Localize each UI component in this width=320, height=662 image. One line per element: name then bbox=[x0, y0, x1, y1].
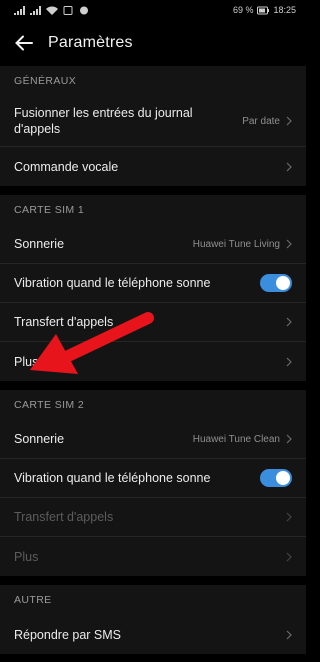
back-button[interactable] bbox=[12, 31, 36, 55]
chevron-right-icon bbox=[286, 239, 292, 249]
section-divider bbox=[0, 576, 306, 585]
chevron-right-icon bbox=[286, 116, 292, 126]
section-other: AUTRE Répondre par SMS bbox=[0, 585, 306, 654]
toggle-knob bbox=[276, 276, 290, 290]
section-title: AUTRE bbox=[14, 594, 52, 606]
section-divider bbox=[0, 186, 306, 195]
row-value: Par date bbox=[242, 115, 280, 127]
row-label: Sonnerie bbox=[14, 237, 65, 251]
battery-level: 69 % bbox=[232, 5, 254, 15]
row-label: Fusionner les entrées du journal d'appel… bbox=[14, 106, 193, 136]
nfc-icon bbox=[63, 5, 73, 15]
page-title: Paramètres bbox=[48, 34, 133, 51]
section-general: GÉNÉRAUX Fusionner les entrées du journa… bbox=[0, 66, 306, 186]
row-label: Transfert d'appels bbox=[14, 510, 114, 524]
row-right: Par date bbox=[242, 116, 292, 127]
section-sim1: CARTE SIM 1 Sonnerie Huawei Tune Living … bbox=[0, 195, 306, 381]
status-icons-right: 69 % 18:25 bbox=[233, 5, 296, 15]
row-right: Huawei Tune Clean bbox=[193, 434, 292, 445]
sim1-call-forward-row[interactable]: Transfert d'appels bbox=[0, 303, 306, 342]
row-right: Huawei Tune Living bbox=[193, 239, 292, 250]
row-label: Plus bbox=[14, 354, 39, 369]
toggle-knob bbox=[276, 471, 290, 485]
chevron-right-icon bbox=[286, 552, 292, 561]
chevron-right-icon bbox=[286, 317, 292, 327]
app-bar: Paramètres bbox=[0, 20, 306, 66]
sim2-more-row: Plus bbox=[0, 537, 306, 576]
row-value: Huawei Tune Clean bbox=[192, 433, 280, 445]
row-label: Transfert d'appels bbox=[14, 315, 114, 329]
sim2-call-forward-row: Transfert d'appels bbox=[0, 498, 306, 537]
status-icons-left bbox=[14, 5, 90, 15]
section-sim2: CARTE SIM 2 Sonnerie Huawei Tune Clean V… bbox=[0, 390, 306, 576]
section-title: GÉNÉRAUX bbox=[14, 75, 77, 87]
row-label: Commande vocale bbox=[14, 159, 119, 174]
merge-call-log-row[interactable]: Fusionner les entrées du journal d'appel… bbox=[0, 96, 306, 147]
back-arrow-icon bbox=[15, 35, 33, 51]
signal-2-icon bbox=[30, 5, 41, 15]
wifi-icon bbox=[46, 6, 58, 15]
chevron-right-icon bbox=[286, 434, 292, 444]
sim2-vibrate-row: Vibration quand le téléphone sonne bbox=[0, 459, 306, 498]
sim1-more-row[interactable]: Plus bbox=[0, 342, 306, 381]
chevron-right-icon bbox=[286, 357, 292, 366]
row-label: Vibration quand le téléphone sonne bbox=[14, 471, 211, 485]
chevron-right-icon bbox=[286, 630, 292, 639]
chevron-right-icon bbox=[286, 162, 292, 171]
chevron-right-icon bbox=[286, 512, 292, 522]
row-label: Sonnerie bbox=[14, 432, 65, 446]
message-icon bbox=[80, 6, 88, 14]
sim1-vibrate-toggle[interactable] bbox=[260, 274, 292, 292]
voice-command-row[interactable]: Commande vocale bbox=[0, 147, 306, 186]
status-bar: 69 % 18:25 bbox=[0, 0, 306, 20]
row-label: Plus bbox=[14, 549, 39, 564]
clock: 18:25 bbox=[273, 5, 296, 15]
row-label: Vibration quand le téléphone sonne bbox=[14, 276, 211, 290]
row-value: Huawei Tune Living bbox=[192, 238, 280, 250]
signal-icon bbox=[14, 5, 25, 15]
row-label: Répondre par SMS bbox=[14, 627, 122, 642]
sim1-ringtone-row[interactable]: Sonnerie Huawei Tune Living bbox=[0, 225, 306, 264]
section-title: CARTE SIM 1 bbox=[14, 204, 85, 216]
sim1-vibrate-row: Vibration quand le téléphone sonne bbox=[0, 264, 306, 303]
sim2-vibrate-toggle[interactable] bbox=[260, 469, 292, 487]
sim2-ringtone-row[interactable]: Sonnerie Huawei Tune Clean bbox=[0, 420, 306, 459]
section-divider bbox=[0, 381, 306, 390]
sms-reply-row[interactable]: Répondre par SMS bbox=[0, 615, 306, 654]
battery-icon bbox=[257, 6, 270, 14]
section-title: CARTE SIM 2 bbox=[14, 399, 85, 411]
